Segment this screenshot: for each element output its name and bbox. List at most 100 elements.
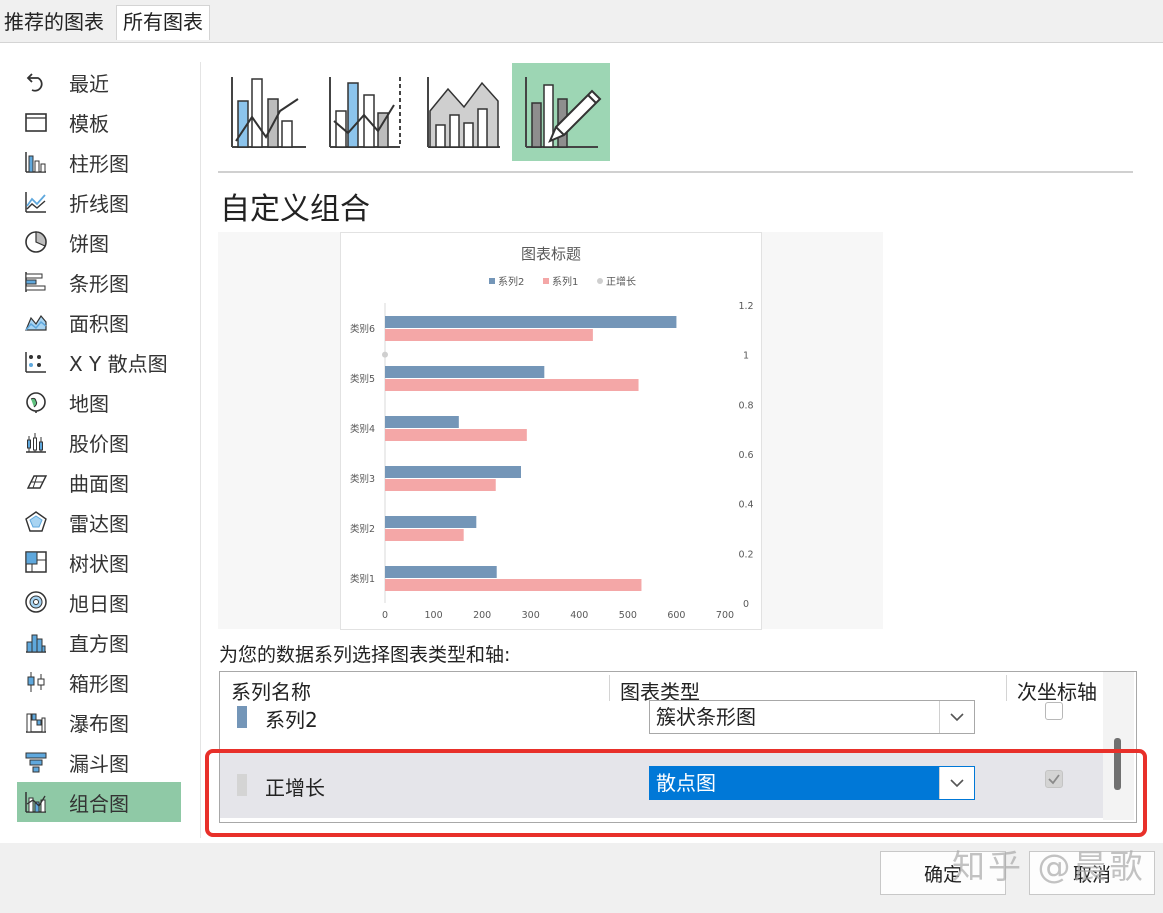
sidebar-item-radar-chart[interactable]: 雷达图 [17,502,181,542]
combo-chart-icon [23,789,49,815]
bar-系列1 [385,429,527,441]
sidebar-item-label: 漏斗图 [69,751,129,776]
sidebar-item-label: 最近 [69,71,109,96]
watermark-text: 知乎 @晨歌 [952,847,1146,886]
scatter-point [382,351,388,358]
x-tick-label: 700 [716,610,734,621]
sidebar-item-label: 面积图 [69,311,129,336]
recent-icon [23,69,49,95]
sidebar-item-folder[interactable]: 模板 [17,102,181,142]
bar-系列2 [385,316,677,328]
legend-label: 正增长 [606,275,636,288]
sidebar-item-combo-chart[interactable]: 组合图 [17,782,181,822]
combo-thumb-column-line[interactable] [218,63,316,161]
funnel-chart-icon [23,749,49,775]
bar-系列2 [385,416,459,428]
stock-chart-icon [23,429,49,455]
area-column-combo-icon [427,77,500,148]
sidebar-item-sunburst-chart[interactable]: 旭日图 [17,582,181,622]
sidebar-item-treemap-chart[interactable]: 树状图 [17,542,181,582]
bar-系列2 [385,366,545,378]
category-tick-label: 类别3 [350,473,375,485]
y2-tick-label: 1.2 [738,301,753,312]
chart-type-sidebar: 最近模板柱形图 折线图 饼图条形图面积图 X Y 散点图地图股价图曲面图雷达图树状图旭… [17,62,181,822]
secondary-axis-checkbox[interactable] [1045,702,1063,720]
chart-title: 图表标题 [521,245,581,263]
sunburst-chart-icon [23,589,49,615]
sidebar-item-bar-chart[interactable]: 条形图 [17,262,181,302]
annotation-highlight-box [205,749,1147,837]
map-chart-icon [23,389,49,415]
section-title: 自定义组合 [220,192,370,227]
sidebar-item-surface-chart[interactable]: 曲面图 [17,462,181,502]
sidebar-item-label: 树状图 [69,551,129,576]
tab-all-charts[interactable]: 所有图表 [116,5,210,40]
sidebar-item-label: 模板 [69,111,109,136]
chevron-down-icon [950,712,964,721]
sidebar-item-pie-chart[interactable]: 饼图 [17,222,181,262]
combo-subtype-gallery [218,63,610,161]
x-tick-label: 200 [473,610,491,621]
sidebar-item-label: 股价图 [69,431,129,456]
x-tick-label: 100 [425,610,443,621]
sidebar-item-line-chart[interactable]: 折线图 [17,182,181,222]
sidebar-divider [200,62,201,838]
legend-swatch [489,278,495,284]
sidebar-item-label: 条形图 [69,271,129,296]
y2-tick-label: 0.4 [738,500,753,511]
sidebar-item-recent[interactable]: 最近 [17,62,181,102]
bar-系列2 [385,516,477,528]
bar-系列1 [385,579,642,591]
col-header-series-name: 系列名称 [231,680,311,704]
combo-thumb-area-column[interactable] [414,63,512,161]
legend-marker [597,278,603,284]
pie-chart-icon [23,229,49,255]
sidebar-item-funnel-chart[interactable]: 漏斗图 [17,742,181,782]
chart-type-value: 簇状条形图 [656,705,756,729]
sidebar-item-area-chart[interactable]: 面积图 [17,302,181,342]
boxplot-chart-icon [23,669,49,695]
bar-系列1 [385,329,593,341]
y2-tick-label: 0 [743,599,749,610]
chart-type-select[interactable]: 簇状条形图 [649,700,975,734]
legend-label: 系列1 [552,275,578,288]
sidebar-item-waterfall-chart[interactable]: 瀑布图 [17,702,181,742]
preview-chart-svg: 图表标题系列2 系列1 正增长类别1 类别2 类别3 类别4 类别5 类别6 0 100 200 30… [350,245,754,621]
combo-thumb-custom[interactable] [512,63,610,161]
y2-tick-label: 1 [743,351,749,362]
bar-系列2 [385,466,521,478]
sidebar-item-histogram-chart[interactable]: 直方图 [17,622,181,662]
category-tick-label: 类别6 [350,323,375,335]
x-tick-label: 500 [619,610,637,621]
line-chart-icon [23,189,49,215]
sidebar-item-boxplot-chart[interactable]: 箱形图 [17,662,181,702]
treemap-chart-icon [23,549,49,575]
bar-系列1 [385,529,464,541]
sidebar-item-label: X Y 散点图 [69,351,168,376]
bar-系列1 [385,379,639,391]
y2-tick-label: 0.2 [738,549,753,560]
bar-系列2 [385,566,497,578]
col-header-divider [609,675,610,701]
series-row[interactable]: 系列2 簇状条形图 [220,700,1103,744]
sidebar-item-stock-chart[interactable]: 股价图 [17,422,181,462]
series-prompt: 为您的数据系列选择图表类型和轴: [219,644,511,666]
combo-thumb-column-line-secondary[interactable] [316,63,414,161]
sidebar-item-column-chart[interactable]: 柱形图 [17,142,181,182]
category-tick-label: 类别1 [350,573,375,585]
x-tick-label: 0 [382,610,388,621]
sidebar-item-map-chart[interactable]: 地图 [17,382,181,422]
dropdown-button[interactable] [939,701,974,733]
category-tick-label: 类别4 [350,423,375,435]
legend-swatch [543,278,549,284]
histogram-chart-icon [23,629,49,655]
x-tick-label: 400 [570,610,588,621]
x-tick-label: 300 [522,610,540,621]
sidebar-item-label: 雷达图 [69,511,129,536]
gallery-divider [218,171,1133,173]
sidebar-item-scatter-chart[interactable]: X Y 散点图 [17,342,181,382]
y2-tick-label: 0.6 [738,450,753,461]
column-line-secondary-icon [329,77,401,148]
tab-recommended-charts[interactable]: 推荐的图表 [0,6,108,38]
folder-icon [23,109,49,135]
